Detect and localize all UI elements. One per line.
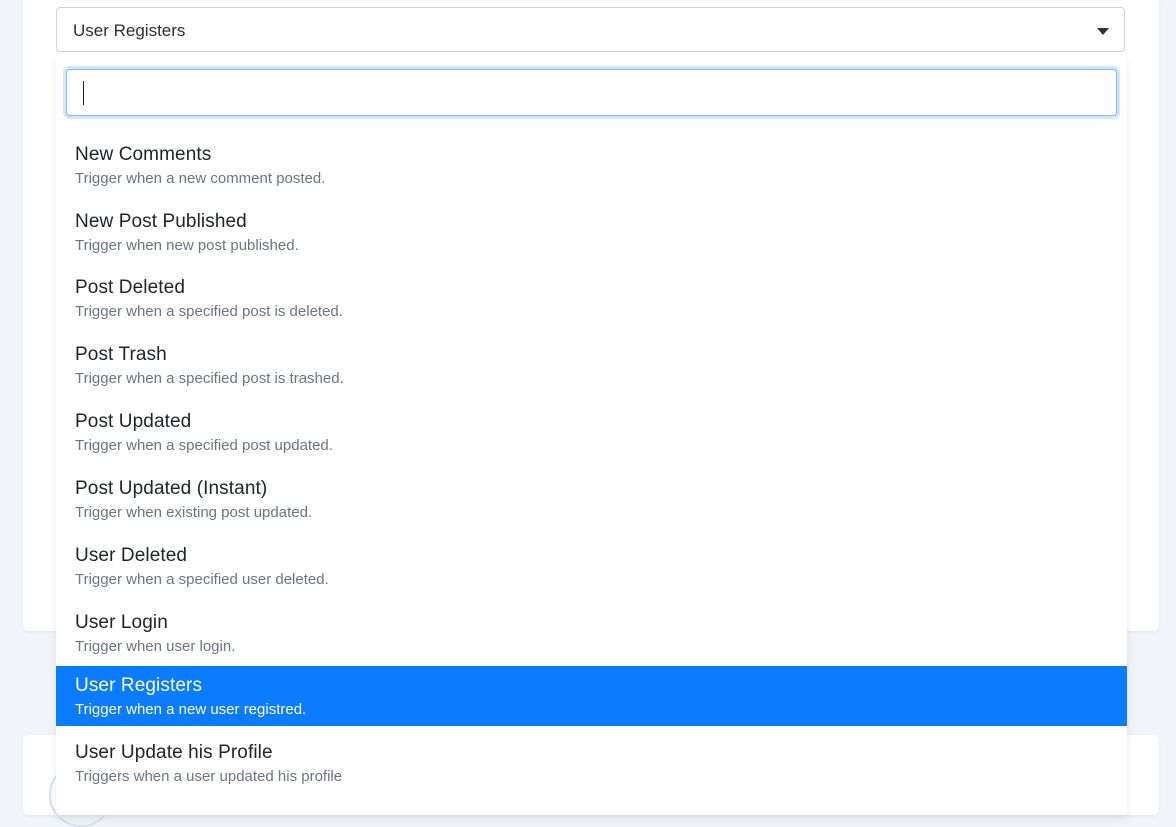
option-title: Post Updated	[75, 411, 192, 432]
option-post-updated[interactable]: Post Updated Trigger when a specified po…	[56, 402, 1127, 462]
caret-down-icon[interactable]	[1097, 28, 1109, 35]
option-title: New Comments	[75, 144, 212, 165]
option-description: Triggers when a user updated his profile	[75, 768, 343, 785]
option-title: User Update his Profile	[75, 742, 273, 763]
selected-value: User Registers	[73, 21, 186, 40]
option-user-login[interactable]: User Login Trigger when user login.	[56, 603, 1127, 663]
option-description: Trigger when a specified post is trashed…	[75, 370, 344, 387]
option-description: Trigger when a new user registred.	[75, 701, 307, 718]
option-title: New Post Published	[75, 211, 247, 232]
option-title: User Login	[75, 612, 168, 633]
option-user-registers[interactable]: User Registers Trigger when a new user r…	[56, 666, 1127, 726]
option-title: User Registers	[75, 675, 203, 696]
option-title: User Deleted	[75, 545, 188, 566]
trigger-dropdown: New Comments Trigger when a new comment …	[56, 55, 1127, 815]
search-input[interactable]	[67, 70, 1116, 115]
option-user-deleted[interactable]: User Deleted Trigger when a specified us…	[56, 536, 1127, 596]
dropdown-search[interactable]	[66, 69, 1117, 116]
option-title: Post Updated (Instant)	[75, 478, 268, 499]
option-description: Trigger when a specified post is deleted…	[75, 303, 343, 320]
trigger-select[interactable]: User Registers	[56, 7, 1125, 52]
option-description: Trigger when a specified user deleted.	[75, 571, 329, 588]
option-description: Trigger when existing post updated.	[75, 504, 313, 521]
option-post-trash[interactable]: Post Trash Trigger when a specified post…	[56, 335, 1127, 395]
option-post-updated-instant[interactable]: Post Updated (Instant) Trigger when exis…	[56, 469, 1127, 529]
option-user-update-profile[interactable]: User Update his Profile Triggers when a …	[56, 733, 1127, 793]
text-cursor	[83, 81, 84, 105]
option-title: Post Deleted	[75, 277, 185, 298]
option-new-comments[interactable]: New Comments Trigger when a new comment …	[56, 135, 1127, 195]
option-title: Post Trash	[75, 344, 167, 365]
option-description: Trigger when user login.	[75, 638, 236, 655]
option-description: Trigger when a new comment posted.	[75, 170, 326, 187]
option-post-deleted[interactable]: Post Deleted Trigger when a specified po…	[56, 268, 1127, 328]
option-description: Trigger when a specified post updated.	[75, 437, 333, 454]
option-description: Trigger when new post published.	[75, 237, 299, 254]
option-new-post-published[interactable]: New Post Published Trigger when new post…	[56, 202, 1127, 262]
